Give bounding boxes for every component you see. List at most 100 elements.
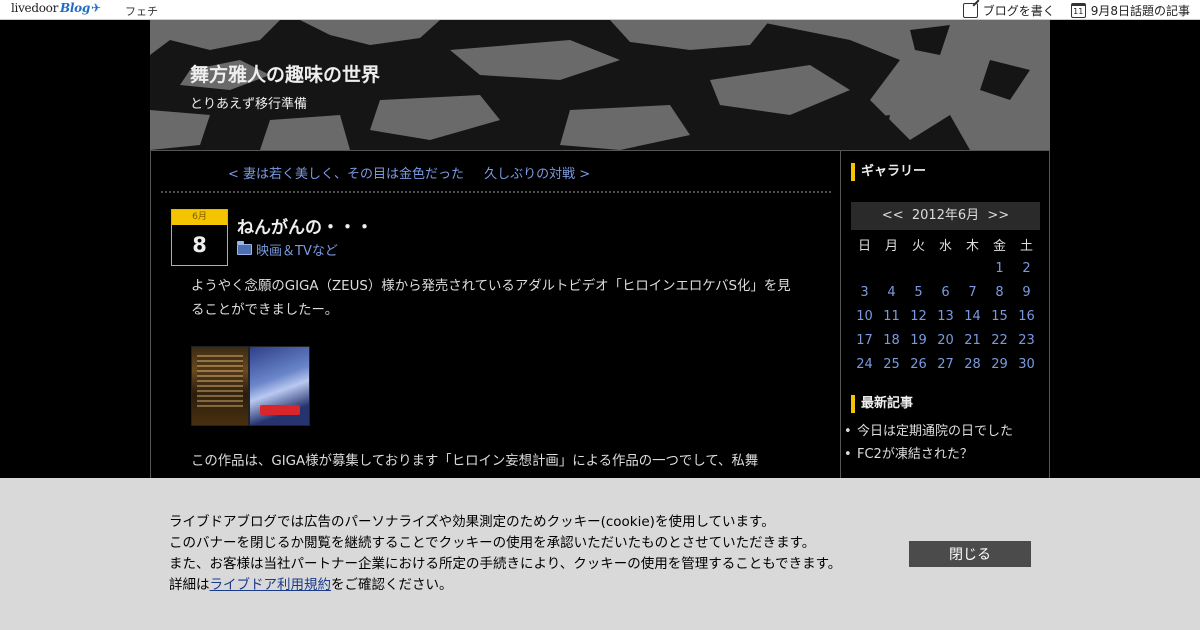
calendar-day — [932, 256, 959, 280]
calendar-day[interactable]: 20 — [932, 328, 959, 352]
calendar-week-row: 10 11 12 13 14 15 16 — [851, 304, 1040, 328]
dvd-cover-image[interactable] — [191, 346, 310, 426]
weekday-mon: 月 — [884, 238, 898, 254]
entry-title[interactable]: ねんがんの・・・ — [237, 213, 373, 238]
terms-of-use-link[interactable]: ライブドア利用規約 — [210, 577, 332, 593]
calendar-weekday-row: 日 月 火 水 木 金 土 — [851, 232, 1040, 256]
calendar-day[interactable]: 22 — [986, 328, 1013, 352]
calendar-day[interactable]: 23 — [1013, 328, 1040, 352]
dvd-cover-front — [249, 346, 310, 426]
livedoor-blog-logo[interactable]: livedoor Blog✈ — [11, 1, 101, 19]
calendar-day[interactable]: 15 — [986, 304, 1013, 328]
calendar-day[interactable]: 27 — [932, 352, 959, 376]
calendar-day[interactable]: 2 — [1013, 256, 1040, 280]
calendar-month-label: 2012年6月 — [911, 208, 980, 223]
cookie-notice-text: ライブドアブログでは広告のパーソナライズや効果測定のためクッキー(cookie)… — [169, 512, 841, 596]
entry-date-badge: 6月 8 — [171, 209, 228, 266]
entry-pager: < 妻は若く美しく、その目は金色だった 久しぶりの対戦 > — [161, 151, 831, 193]
entry-header: 6月 8 ねんがんの・・・ 映画＆TVなど — [161, 193, 831, 266]
calendar-icon: 11 — [1070, 3, 1086, 18]
calendar-day[interactable]: 26 — [905, 352, 932, 376]
calendar-day[interactable]: 5 — [905, 280, 932, 304]
topbar-right-links: ブログを書く 11 9月8日話題の記事 — [962, 2, 1190, 19]
calendar-grid: 日 月 火 水 木 金 土 1 2 3 4 5 6 7 8 9 10 11 12… — [851, 232, 1040, 376]
topbar-category-link[interactable]: フェチ — [125, 3, 158, 19]
weekday-thu: 木 — [965, 238, 979, 254]
calendar-day[interactable]: 29 — [986, 352, 1013, 376]
site-title[interactable]: 舞方雅人の趣味の世界 — [190, 60, 380, 87]
cookie-line-2: このバナーを閉じるか閲覧を継続することでクッキーの使用を承認いただいたものとさせ… — [169, 535, 816, 551]
next-entry-link[interactable]: 久しぶりの対戦 > — [484, 167, 590, 182]
calendar-week-row: 1 2 — [851, 256, 1040, 280]
blog-header: 舞方雅人の趣味の世界 とりあえず移行準備 — [150, 20, 1050, 150]
weekday-wed: 水 — [938, 238, 952, 254]
calendar-day — [878, 256, 905, 280]
calendar-day[interactable]: 21 — [959, 328, 986, 352]
calendar-day[interactable]: 19 — [905, 328, 932, 352]
logo-livedoor-text: livedoor — [11, 1, 59, 15]
cookie-close-button[interactable]: 閉じる — [909, 541, 1031, 567]
calendar-day[interactable]: 17 — [851, 328, 878, 352]
entry-day: 8 — [192, 233, 207, 257]
calendar-week-row: 17 18 19 20 21 22 23 — [851, 328, 1040, 352]
calendar-day[interactable]: 25 — [878, 352, 905, 376]
calendar-day — [959, 256, 986, 280]
calendar-widget: << 2012年6月 >> 日 月 火 水 木 金 土 1 2 3 4 5 6 … — [851, 202, 1040, 376]
cookie-line-1: ライブドアブログでは広告のパーソナライズや効果測定のためクッキー(cookie)… — [169, 514, 775, 530]
entry-paragraph-1: ようやく念願のGIGA（ZEUS）様から発売されているアダルトビデオ「ヒロインエ… — [191, 279, 791, 318]
weekday-sat: 土 — [1019, 238, 1033, 254]
calendar-day[interactable]: 10 — [851, 304, 878, 328]
cookie-line-4: 詳細はライブドア利用規約をご確認ください。 — [169, 575, 841, 596]
calendar-day[interactable]: 4 — [878, 280, 905, 304]
topic-articles-label: 9月8日話題の記事 — [1090, 4, 1190, 18]
gallery-heading: ギャラリー — [851, 163, 1040, 181]
prev-entry-link[interactable]: < 妻は若く美しく、その目は金色だった — [228, 167, 464, 182]
calendar-day[interactable]: 9 — [1013, 280, 1040, 304]
write-blog-label: ブログを書く — [982, 4, 1055, 18]
entry-category-label: 映画＆TVなど — [256, 244, 338, 259]
recent-articles-list: 今日は定期通院の日でした FC2が凍結された？ — [841, 420, 1040, 466]
edit-pen-icon — [962, 3, 978, 18]
weekday-tue: 火 — [911, 238, 925, 254]
main-column: < 妻は若く美しく、その目は金色だった 久しぶりの対戦 > 6月 8 ねんがんの… — [161, 151, 831, 474]
calendar-day[interactable]: 14 — [959, 304, 986, 328]
calendar-day[interactable]: 28 — [959, 352, 986, 376]
calendar-prev-button[interactable]: << — [882, 208, 904, 223]
calendar-day[interactable]: 13 — [932, 304, 959, 328]
cookie-consent-banner: ライブドアブログでは広告のパーソナライズや効果測定のためクッキー(cookie)… — [0, 478, 1200, 630]
calendar-day[interactable]: 11 — [878, 304, 905, 328]
calendar-day[interactable]: 12 — [905, 304, 932, 328]
cookie-line-3: また、お客様は当社パートナー企業における所定の手続きにより、クッキーの使用を管理… — [169, 556, 842, 572]
calendar-week-row: 24 25 26 27 28 29 30 — [851, 352, 1040, 376]
site-description: とりあえず移行準備 — [190, 97, 308, 112]
entry-paragraph-2: この作品は、GIGA様が募集しております「ヒロイン妄想計画」による作品の一つでし… — [191, 454, 759, 469]
topic-articles-link[interactable]: 11 9月8日話題の記事 — [1070, 2, 1190, 19]
calendar-day — [851, 256, 878, 280]
calendar-day — [905, 256, 932, 280]
logo-blog-text: Blog — [60, 1, 90, 15]
entry-category-link[interactable]: 映画＆TVなど — [237, 240, 338, 259]
calendar-day[interactable]: 18 — [878, 328, 905, 352]
calendar-day[interactable]: 30 — [1013, 352, 1040, 376]
calendar-day[interactable]: 1 — [986, 256, 1013, 280]
cookie-line-4-suffix: をご確認ください。 — [331, 577, 453, 593]
entry-month: 6月 — [172, 210, 227, 225]
calendar-day[interactable]: 24 — [851, 352, 878, 376]
calendar-day[interactable]: 7 — [959, 280, 986, 304]
weekday-sun: 日 — [857, 238, 871, 254]
recent-articles-heading: 最新記事 — [851, 395, 1040, 413]
calendar-day[interactable]: 8 — [986, 280, 1013, 304]
calendar-day[interactable]: 6 — [932, 280, 959, 304]
calendar-day[interactable]: 3 — [851, 280, 878, 304]
logo-swoosh-icon: ✈ — [90, 1, 101, 15]
write-blog-link[interactable]: ブログを書く — [962, 2, 1055, 19]
calendar-week-row: 3 4 5 6 7 8 9 — [851, 280, 1040, 304]
recent-article-link[interactable]: FC2が凍結された？ — [841, 443, 1040, 466]
recent-article-link[interactable]: 今日は定期通院の日でした — [841, 420, 1040, 443]
calendar-next-button[interactable]: >> — [987, 208, 1009, 223]
calendar-day[interactable]: 16 — [1013, 304, 1040, 328]
livedoor-topbar: livedoor Blog✈ フェチ ブログを書く 11 9月8日話題の記事 — [0, 0, 1200, 20]
folder-icon — [237, 241, 252, 255]
weekday-fri: 金 — [992, 238, 1006, 254]
calendar-nav: << 2012年6月 >> — [851, 202, 1040, 230]
